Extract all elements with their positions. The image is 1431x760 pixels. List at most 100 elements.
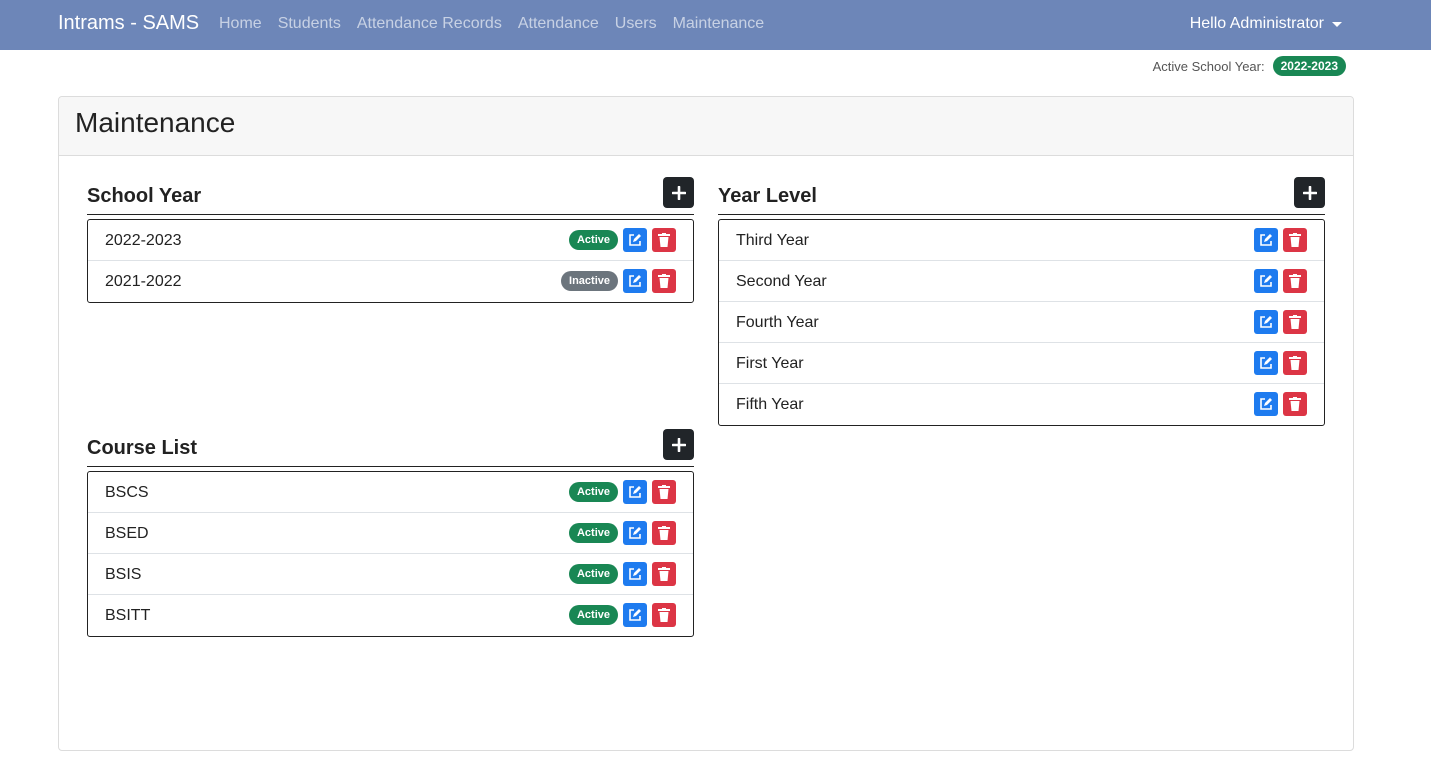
- delete-button[interactable]: [652, 480, 676, 504]
- edit-button[interactable]: [623, 228, 647, 252]
- edit-icon: [1260, 398, 1272, 410]
- active-school-year: Active School Year: 2022-2023: [1153, 56, 1346, 76]
- maintenance-card: Maintenance School Year 2022-2023 Active: [58, 96, 1354, 751]
- delete-button[interactable]: [652, 228, 676, 252]
- year-level-title: Year Level: [718, 185, 817, 207]
- add-school-year-button[interactable]: [663, 177, 694, 208]
- item-actions: Active: [568, 603, 676, 627]
- item-actions: [1254, 269, 1307, 293]
- plus-icon: [671, 437, 686, 452]
- nav-home-link[interactable]: Home: [219, 15, 262, 33]
- edit-button[interactable]: [1254, 269, 1278, 293]
- edit-icon: [1260, 316, 1272, 328]
- edit-icon: [1260, 357, 1272, 369]
- trash-icon: [1289, 397, 1301, 411]
- nav-students-link[interactable]: Students: [278, 15, 341, 33]
- year-level-list: Third Year Second Year Fourth Year First…: [718, 219, 1325, 426]
- edit-icon: [629, 486, 641, 498]
- edit-button[interactable]: [1254, 351, 1278, 375]
- year-level-section: Year Level Third Year Second Year Fourth…: [718, 177, 1325, 426]
- trash-icon: [658, 274, 670, 288]
- list-item: First Year: [719, 343, 1324, 384]
- item-actions: Active: [568, 480, 676, 504]
- course-label: BSED: [105, 525, 149, 542]
- add-course-button[interactable]: [663, 429, 694, 460]
- status-badge: Inactive: [561, 271, 618, 291]
- edit-button[interactable]: [623, 269, 647, 293]
- delete-button[interactable]: [652, 521, 676, 545]
- course-label: BSCS: [105, 484, 149, 501]
- item-actions: [1254, 351, 1307, 375]
- edit-icon: [629, 568, 641, 580]
- school-year-label: 2022-2023: [105, 232, 182, 249]
- year-level-header: Year Level: [718, 177, 1325, 215]
- active-school-year-badge: 2022-2023: [1272, 56, 1346, 76]
- edit-button[interactable]: [623, 603, 647, 627]
- year-level-label: Fifth Year: [736, 396, 804, 413]
- nav-maintenance-link[interactable]: Maintenance: [673, 15, 765, 33]
- course-list: BSCS Active BSED Active BSIS Active BSIT…: [87, 471, 694, 637]
- user-menu-dropdown[interactable]: Hello Administrator: [1190, 15, 1342, 33]
- delete-button[interactable]: [1283, 228, 1307, 252]
- edit-icon: [629, 609, 641, 621]
- course-label: BSITT: [105, 607, 151, 624]
- edit-icon: [1260, 234, 1272, 246]
- nav-links: Home Students Attendance Records Attenda…: [219, 15, 764, 33]
- year-level-label: Third Year: [736, 232, 809, 249]
- caret-down-icon: [1332, 21, 1342, 27]
- course-list-section: Course List BSCS Active BSED Active BSIS…: [87, 429, 694, 637]
- year-level-label: Fourth Year: [736, 314, 819, 331]
- list-item: Fourth Year: [719, 302, 1324, 343]
- trash-icon: [1289, 315, 1301, 329]
- edit-button[interactable]: [1254, 310, 1278, 334]
- status-badge: Active: [568, 230, 618, 250]
- year-level-label: Second Year: [736, 273, 827, 290]
- edit-icon: [1260, 275, 1272, 287]
- item-actions: Inactive: [561, 269, 676, 293]
- navbar: Intrams - SAMS Home Students Attendance …: [0, 0, 1431, 50]
- delete-button[interactable]: [1283, 392, 1307, 416]
- item-actions: [1254, 392, 1307, 416]
- add-year-level-button[interactable]: [1294, 177, 1325, 208]
- delete-button[interactable]: [652, 269, 676, 293]
- edit-button[interactable]: [623, 562, 647, 586]
- delete-button[interactable]: [1283, 310, 1307, 334]
- course-list-title: Course List: [87, 437, 198, 459]
- delete-button[interactable]: [652, 562, 676, 586]
- edit-button[interactable]: [1254, 228, 1278, 252]
- list-item: 2021-2022 Inactive: [88, 261, 693, 302]
- edit-button[interactable]: [623, 480, 647, 504]
- list-item: BSED Active: [88, 513, 693, 554]
- nav-users-link[interactable]: Users: [615, 15, 657, 33]
- status-badge: Active: [568, 482, 618, 502]
- trash-icon: [658, 608, 670, 622]
- trash-icon: [1289, 233, 1301, 247]
- course-label: BSIS: [105, 566, 142, 583]
- nav-attendance-link[interactable]: Attendance: [518, 15, 599, 33]
- trash-icon: [1289, 274, 1301, 288]
- item-actions: [1254, 228, 1307, 252]
- page-title: Maintenance: [75, 107, 236, 138]
- edit-icon: [629, 234, 641, 246]
- edit-icon: [629, 275, 641, 287]
- edit-button[interactable]: [623, 521, 647, 545]
- user-menu-label: Hello Administrator: [1189, 15, 1324, 32]
- edit-icon: [629, 527, 641, 539]
- nav-attendance-records-link[interactable]: Attendance Records: [357, 15, 502, 33]
- edit-button[interactable]: [1254, 392, 1278, 416]
- list-item: Third Year: [719, 220, 1324, 261]
- item-actions: [1254, 310, 1307, 334]
- trash-icon: [1289, 356, 1301, 370]
- delete-button[interactable]: [652, 603, 676, 627]
- school-year-list: 2022-2023 Active 2021-2022 Inactive: [87, 219, 694, 303]
- active-school-year-label: Active School Year:: [1152, 58, 1265, 74]
- item-actions: Active: [568, 562, 676, 586]
- course-list-header: Course List: [87, 429, 694, 467]
- delete-button[interactable]: [1283, 269, 1307, 293]
- brand-title[interactable]: Intrams - SAMS: [58, 12, 199, 35]
- delete-button[interactable]: [1283, 351, 1307, 375]
- school-year-section: School Year 2022-2023 Active 2021-2022 I…: [87, 177, 694, 303]
- list-item: Second Year: [719, 261, 1324, 302]
- school-year-header: School Year: [87, 177, 694, 215]
- trash-icon: [658, 485, 670, 499]
